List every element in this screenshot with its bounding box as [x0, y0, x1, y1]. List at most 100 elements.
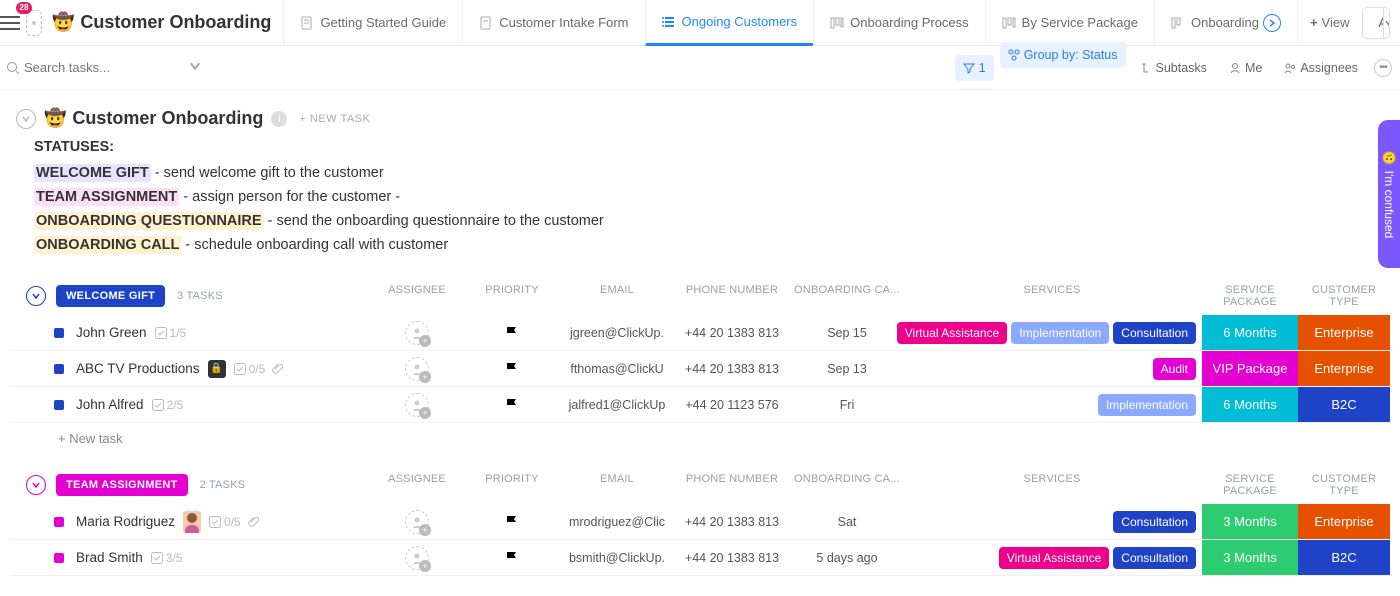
checklist-count[interactable]: 0/5 — [234, 362, 266, 376]
checklist-count[interactable]: 0/5 — [209, 515, 241, 529]
checklist-count[interactable]: 1/5 — [155, 326, 187, 340]
customer-type-tag[interactable]: Enterprise — [1298, 315, 1390, 350]
tab-intake-form[interactable]: Customer Intake Form — [462, 0, 644, 46]
toolbar-more-button[interactable]: ••• — [1374, 59, 1392, 77]
lock-icon: 🔒 — [208, 360, 226, 378]
task-row[interactable]: Brad Smith 3/5 + bsmith@ClickUp. +44 20 … — [10, 540, 1390, 576]
automate-dropdown[interactable] — [1383, 8, 1391, 38]
service-tag[interactable]: Virtual Assistance — [999, 547, 1110, 569]
service-tag[interactable]: Consultation — [1113, 511, 1196, 533]
task-name[interactable]: ABC TV Productions — [76, 361, 200, 376]
board-icon — [1171, 16, 1185, 30]
customer-type-tag[interactable]: B2C — [1298, 540, 1390, 575]
assignee-add-button[interactable]: + — [405, 393, 429, 417]
service-tag[interactable]: Virtual Assistance — [897, 322, 1008, 344]
board-icon — [1002, 16, 1016, 30]
tab-by-service-package[interactable]: By Service Package — [985, 0, 1154, 46]
phone-cell[interactable]: +44 20 1123 576 — [672, 387, 792, 422]
collapse-list-button[interactable] — [16, 109, 36, 129]
tab-getting-started[interactable]: Getting Started Guide — [283, 0, 462, 46]
subtasks-button[interactable]: Subtasks — [1132, 55, 1215, 81]
phone-cell[interactable]: +44 20 1383 813 — [672, 315, 792, 350]
task-name[interactable]: John Alfred — [76, 397, 144, 412]
new-task-row[interactable]: + New task — [10, 423, 1390, 446]
email-cell[interactable]: fthomas@ClickU — [562, 351, 672, 386]
menu-button[interactable]: 28 — [0, 5, 20, 41]
task-name[interactable]: Brad Smith — [76, 550, 143, 565]
checklist-count[interactable]: 2/5 — [152, 398, 184, 412]
priority-flag-icon[interactable] — [505, 398, 519, 412]
status-square-icon[interactable] — [54, 553, 64, 563]
status-square-icon[interactable] — [54, 517, 64, 527]
service-package-tag[interactable]: 6 Months — [1202, 315, 1298, 350]
service-package-tag[interactable]: 3 Months — [1202, 504, 1298, 539]
assignee-avatar[interactable] — [183, 511, 201, 533]
tab-ongoing-customers[interactable]: Ongoing Customers — [645, 0, 814, 46]
date-cell[interactable]: Sat — [792, 504, 902, 539]
collapse-group-button[interactable] — [26, 286, 46, 306]
assignee-add-button[interactable]: + — [405, 510, 429, 534]
email-cell[interactable]: mrodriguez@Clic — [562, 504, 672, 539]
task-name[interactable]: John Green — [76, 325, 147, 340]
task-row[interactable]: ABC TV Productions 🔒 0/5 + fthomas@Click… — [10, 351, 1390, 387]
email-cell[interactable]: bsmith@ClickUp. — [562, 540, 672, 575]
add-view-button[interactable]: + View — [1297, 0, 1362, 46]
search-input[interactable] — [24, 60, 164, 75]
feedback-tab[interactable]: I'm confused 😕 — [1378, 120, 1400, 268]
date-cell[interactable]: Sep 15 — [792, 315, 902, 350]
phone-cell[interactable]: +44 20 1383 813 — [672, 540, 792, 575]
service-tag[interactable]: Consultation — [1113, 322, 1196, 344]
checklist-count[interactable]: 3/5 — [151, 551, 183, 565]
top-tabs-bar: 28 🤠 Customer Onboarding Getting Started… — [0, 0, 1400, 46]
attachment-icon[interactable] — [247, 515, 260, 528]
search-dropdown[interactable] — [188, 59, 206, 76]
customer-type-tag[interactable]: Enterprise — [1298, 504, 1390, 539]
priority-flag-icon[interactable] — [505, 551, 519, 565]
assignee-add-button[interactable]: + — [405, 546, 429, 570]
service-tag[interactable]: Consultation — [1113, 547, 1196, 569]
tab-more-icon[interactable] — [1263, 14, 1281, 32]
assignee-add-button[interactable]: + — [405, 357, 429, 381]
group-header: TEAM ASSIGNMENT 2 TASKS ASSIGNEE PRIORIT… — [10, 472, 1390, 498]
assignees-button[interactable]: Assignees — [1276, 55, 1366, 81]
date-cell[interactable]: Fri — [792, 387, 902, 422]
task-name[interactable]: Maria Rodriguez — [76, 514, 175, 529]
priority-flag-icon[interactable] — [505, 515, 519, 529]
tab-onboarding-process[interactable]: Onboarding Process — [813, 0, 985, 46]
attachment-icon[interactable] — [271, 362, 284, 375]
phone-cell[interactable]: +44 20 1383 813 — [672, 504, 792, 539]
service-tag[interactable]: Audit — [1153, 358, 1196, 380]
service-tag[interactable]: Implementation — [1098, 394, 1196, 416]
group-status-pill[interactable]: WELCOME GIFT — [56, 285, 165, 307]
collapse-group-button[interactable] — [26, 475, 46, 495]
service-package-tag[interactable]: VIP Package — [1202, 351, 1298, 386]
customer-type-tag[interactable]: Enterprise — [1298, 351, 1390, 386]
status-square-icon[interactable] — [54, 364, 64, 374]
email-cell[interactable]: jalfred1@ClickUp — [562, 387, 672, 422]
workspace-title[interactable]: 🤠 Customer Onboarding — [48, 12, 283, 33]
new-task-button[interactable]: + NEW TASK — [299, 113, 370, 125]
phone-cell[interactable]: +44 20 1383 813 — [672, 351, 792, 386]
task-row[interactable]: Maria Rodriguez 0/5 + mrodriguez@Clic +4… — [10, 504, 1390, 540]
priority-flag-icon[interactable] — [505, 362, 519, 376]
group-by-button[interactable]: Group by: Status — [1000, 42, 1126, 68]
group-status-pill[interactable]: TEAM ASSIGNMENT — [56, 474, 188, 496]
task-row[interactable]: John Alfred 2/5 + jalfred1@ClickUp +44 2… — [10, 387, 1390, 423]
date-cell[interactable]: Sep 13 — [792, 351, 902, 386]
automate-button[interactable]: Automate — [1363, 7, 1383, 39]
filter-button[interactable]: 1 — [955, 55, 994, 81]
task-row[interactable]: John Green 1/5 + jgreen@ClickUp. +44 20 … — [10, 315, 1390, 351]
email-cell[interactable]: jgreen@ClickUp. — [562, 315, 672, 350]
status-square-icon[interactable] — [54, 400, 64, 410]
assignee-add-button[interactable]: + — [405, 321, 429, 345]
status-square-icon[interactable] — [54, 328, 64, 338]
service-package-tag[interactable]: 6 Months — [1202, 387, 1298, 422]
priority-flag-icon[interactable] — [505, 326, 519, 340]
customer-type-tag[interactable]: B2C — [1298, 387, 1390, 422]
tab-onboarding[interactable]: Onboarding — [1154, 0, 1297, 46]
info-icon[interactable]: i — [271, 111, 287, 127]
service-package-tag[interactable]: 3 Months — [1202, 540, 1298, 575]
me-button[interactable]: Me — [1221, 55, 1270, 81]
date-cell[interactable]: 5 days ago — [792, 540, 902, 575]
service-tag[interactable]: Implementation — [1011, 322, 1109, 344]
